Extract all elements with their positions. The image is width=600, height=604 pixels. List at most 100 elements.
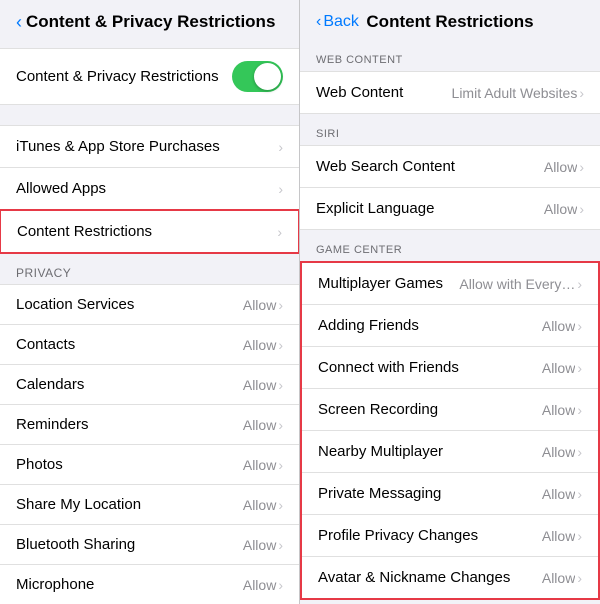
microphone-chevron: ›	[278, 577, 283, 593]
bluetooth-sharing-right: Allow ›	[243, 537, 283, 553]
web-search-content-right: Allow ›	[544, 159, 584, 175]
share-my-location-item[interactable]: Share My Location Allow ›	[0, 485, 299, 525]
content-restrictions-right: ›	[277, 224, 282, 240]
calendars-value: Allow	[243, 377, 276, 393]
profile-privacy-changes-value: Allow	[542, 528, 575, 544]
microphone-right: Allow ›	[243, 577, 283, 593]
allowed-apps-right: ›	[278, 181, 283, 197]
location-services-item[interactable]: Location Services Allow ›	[0, 285, 299, 325]
web-content-value: Limit Adult Websites	[452, 85, 578, 101]
calendars-item[interactable]: Calendars Allow ›	[0, 365, 299, 405]
private-messaging-value: Allow	[542, 486, 575, 502]
web-content-section-label: WEB CONTENT	[300, 40, 600, 71]
connect-with-friends-value: Allow	[542, 360, 575, 376]
itunes-purchases-item[interactable]: iTunes & App Store Purchases ›	[0, 126, 299, 168]
nearby-multiplayer-chevron: ›	[577, 444, 582, 460]
private-messaging-chevron: ›	[577, 486, 582, 502]
contacts-label: Contacts	[16, 336, 75, 353]
left-panel: ‹ Content & Privacy Restrictions Content…	[0, 0, 300, 604]
private-messaging-label: Private Messaging	[318, 485, 441, 502]
itunes-chevron: ›	[278, 139, 283, 155]
avatar-nickname-changes-right: Allow ›	[542, 570, 582, 586]
calendars-label: Calendars	[16, 376, 84, 393]
share-my-location-chevron: ›	[278, 497, 283, 513]
connect-with-friends-item[interactable]: Connect with Friends Allow ›	[302, 347, 598, 389]
explicit-language-right: Allow ›	[544, 201, 584, 217]
screen-recording-item[interactable]: Screen Recording Allow ›	[302, 389, 598, 431]
bluetooth-sharing-item[interactable]: Bluetooth Sharing Allow ›	[0, 525, 299, 565]
microphone-label: Microphone	[16, 576, 94, 593]
contacts-item[interactable]: Contacts Allow ›	[0, 325, 299, 365]
private-messaging-item[interactable]: Private Messaging Allow ›	[302, 473, 598, 515]
photos-label: Photos	[16, 456, 63, 473]
web-content-right: Limit Adult Websites ›	[452, 85, 584, 101]
explicit-language-chevron: ›	[579, 201, 584, 217]
microphone-item[interactable]: Microphone Allow ›	[0, 565, 299, 604]
nearby-multiplayer-right: Allow ›	[542, 444, 582, 460]
reminders-chevron: ›	[278, 417, 283, 433]
bluetooth-sharing-value: Allow	[243, 537, 276, 553]
photos-value: Allow	[243, 457, 276, 473]
bluetooth-sharing-label: Bluetooth Sharing	[16, 536, 135, 553]
web-search-content-chevron: ›	[579, 159, 584, 175]
right-content: WEB CONTENT Web Content Limit Adult Webs…	[300, 40, 600, 604]
nearby-multiplayer-item[interactable]: Nearby Multiplayer Allow ›	[302, 431, 598, 473]
content-privacy-toggle[interactable]	[232, 61, 283, 92]
allowed-apps-item[interactable]: Allowed Apps ›	[0, 168, 299, 210]
adding-friends-item[interactable]: Adding Friends Allow ›	[302, 305, 598, 347]
game-center-section: Multiplayer Games Allow with Every… › Ad…	[300, 261, 600, 600]
adding-friends-right: Allow ›	[542, 318, 582, 334]
photos-chevron: ›	[278, 457, 283, 473]
web-search-content-value: Allow	[544, 159, 577, 175]
photos-item[interactable]: Photos Allow ›	[0, 445, 299, 485]
left-back-icon[interactable]: ‹	[16, 13, 22, 31]
avatar-nickname-changes-item[interactable]: Avatar & Nickname Changes Allow ›	[302, 557, 598, 598]
nearby-multiplayer-value: Allow	[542, 444, 575, 460]
connect-with-friends-right: Allow ›	[542, 360, 582, 376]
contacts-value: Allow	[243, 337, 276, 353]
content-restrictions-label: Content Restrictions	[17, 223, 152, 240]
adding-friends-value: Allow	[542, 318, 575, 334]
screen-recording-label: Screen Recording	[318, 401, 438, 418]
share-my-location-value: Allow	[243, 497, 276, 513]
toggle-row: Content & Privacy Restrictions	[0, 48, 299, 105]
profile-privacy-changes-item[interactable]: Profile Privacy Changes Allow ›	[302, 515, 598, 557]
adding-friends-chevron: ›	[577, 318, 582, 334]
reminders-label: Reminders	[16, 416, 89, 433]
allowed-apps-label: Allowed Apps	[16, 180, 106, 197]
reminders-right: Allow ›	[243, 417, 283, 433]
right-back-label: Back	[323, 13, 359, 31]
content-restrictions-chevron: ›	[277, 224, 282, 240]
allowed-apps-chevron: ›	[278, 181, 283, 197]
reminders-item[interactable]: Reminders Allow ›	[0, 405, 299, 445]
privacy-section-label: PRIVACY	[0, 254, 299, 284]
multiplayer-games-right: Allow with Every… ›	[459, 276, 582, 292]
avatar-nickname-changes-value: Allow	[542, 570, 575, 586]
right-nav-title: Content Restrictions	[366, 12, 533, 32]
contacts-right: Allow ›	[243, 337, 283, 353]
multiplayer-games-item[interactable]: Multiplayer Games Allow with Every… ›	[302, 263, 598, 305]
connect-with-friends-label: Connect with Friends	[318, 359, 459, 376]
siri-section: Web Search Content Allow › Explicit Lang…	[300, 145, 600, 230]
private-messaging-right: Allow ›	[542, 486, 582, 502]
profile-privacy-changes-chevron: ›	[577, 528, 582, 544]
web-content-item[interactable]: Web Content Limit Adult Websites ›	[300, 72, 600, 113]
left-nav-title: Content & Privacy Restrictions	[26, 12, 275, 32]
home-indicator	[300, 600, 600, 604]
itunes-purchases-label: iTunes & App Store Purchases	[16, 138, 220, 155]
screen-recording-value: Allow	[542, 402, 575, 418]
avatar-nickname-changes-label: Avatar & Nickname Changes	[318, 569, 510, 586]
calendars-chevron: ›	[278, 377, 283, 393]
explicit-language-item[interactable]: Explicit Language Allow ›	[300, 188, 600, 229]
web-search-content-label: Web Search Content	[316, 158, 455, 175]
connect-with-friends-chevron: ›	[577, 360, 582, 376]
toggle-knob	[254, 63, 281, 90]
location-services-chevron: ›	[278, 297, 283, 313]
right-back-button[interactable]: ‹ Back	[316, 13, 359, 31]
privacy-section: Location Services Allow › Contacts Allow…	[0, 284, 299, 604]
bluetooth-sharing-chevron: ›	[278, 537, 283, 553]
content-restrictions-item[interactable]: Content Restrictions ›	[0, 209, 300, 254]
location-services-label: Location Services	[16, 296, 134, 313]
web-search-content-item[interactable]: Web Search Content Allow ›	[300, 146, 600, 188]
toggle-label: Content & Privacy Restrictions	[16, 68, 219, 85]
